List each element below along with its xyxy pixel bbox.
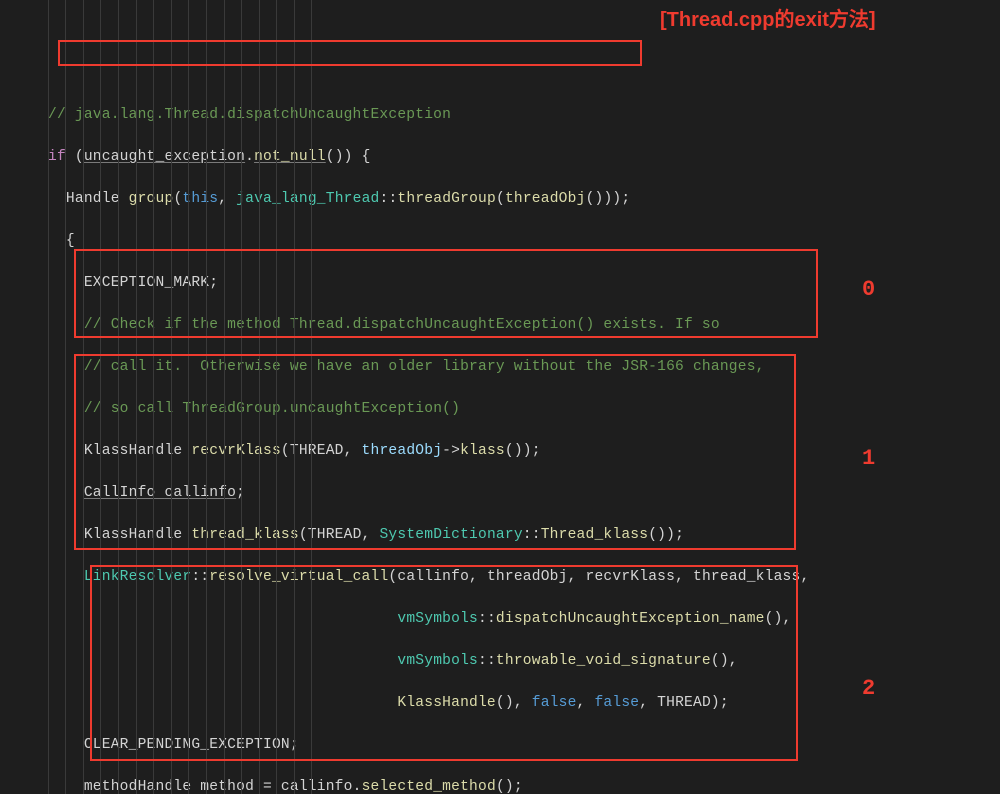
keyword-this: this — [182, 191, 218, 207]
code-editor[interactable]: // java.lang.Thread.dispatchUncaughtExce… — [0, 0, 1000, 794]
code-line[interactable]: if (uncaught_exception.not_null()) { — [48, 147, 1000, 168]
code-line[interactable]: { — [48, 231, 1000, 252]
code-line[interactable]: CLEAR_PENDING_EXCEPTION; — [48, 735, 1000, 756]
code-line[interactable]: vmSymbols::throwable_void_signature(), — [48, 651, 1000, 672]
code-line[interactable]: // java.lang.Thread.dispatchUncaughtExce… — [48, 105, 1000, 126]
code-line[interactable]: Handle group(this, java_lang_Thread::thr… — [48, 189, 1000, 210]
annotation-label-1: 1 — [862, 446, 875, 471]
comment: // Check if the method Thread.dispatchUn… — [84, 317, 720, 333]
code-line[interactable]: EXCEPTION_MARK; — [48, 273, 1000, 294]
comment: // java.lang.Thread.dispatchUncaughtExce… — [48, 107, 451, 123]
annotation-label-2: 2 — [862, 676, 875, 701]
code-line[interactable]: // Check if the method Thread.dispatchUn… — [48, 315, 1000, 336]
code-line[interactable]: CallInfo callinfo; — [48, 483, 1000, 504]
annotation-label-0: 0 — [862, 277, 875, 302]
comment: // so call ThreadGroup.uncaughtException… — [84, 401, 460, 417]
code-line[interactable]: KlassHandle(), false, false, THREAD); — [48, 693, 1000, 714]
keyword-if: if — [48, 149, 66, 165]
code-line[interactable]: KlassHandle recvrKlass(THREAD, threadObj… — [48, 441, 1000, 462]
code-line[interactable]: KlassHandle thread_klass(THREAD, SystemD… — [48, 525, 1000, 546]
code-line[interactable]: LinkResolver::resolve_virtual_call(calli… — [48, 567, 1000, 588]
annotation-title: [Thread.cpp的exit方法] — [660, 3, 876, 32]
code-line[interactable]: vmSymbols::dispatchUncaughtException_nam… — [48, 609, 1000, 630]
code-line[interactable]: // call it. Otherwise we have an older l… — [48, 357, 1000, 378]
code-line[interactable]: // so call ThreadGroup.uncaughtException… — [48, 399, 1000, 420]
code-line[interactable]: methodHandle method = callinfo.selected_… — [48, 777, 1000, 794]
comment: // call it. Otherwise we have an older l… — [84, 359, 765, 375]
